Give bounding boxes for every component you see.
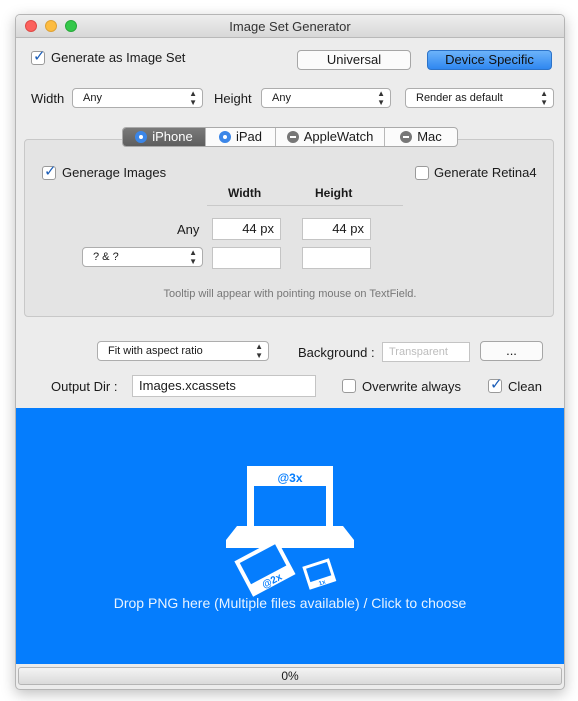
badge-3x: @3x bbox=[277, 471, 302, 485]
clean-checkbox[interactable]: ✓ bbox=[488, 376, 503, 393]
width-popup-value: Any bbox=[83, 92, 102, 104]
generate-retina4-checkbox[interactable] bbox=[415, 166, 429, 180]
any-width-field[interactable]: 44 px bbox=[212, 218, 281, 240]
tray-top bbox=[226, 526, 354, 540]
render-mode-popup[interactable]: Render as default ▲ ▼ bbox=[405, 88, 554, 108]
png-drop-zone[interactable]: @3x @2x 1x Drop PNG here (Multiple files… bbox=[16, 408, 564, 664]
any-height-field[interactable]: 44 px bbox=[302, 218, 371, 240]
generage-images-label: Generage Images bbox=[62, 165, 167, 180]
window-title: Image Set Generator bbox=[229, 19, 351, 34]
height-popup-value: Any bbox=[272, 92, 291, 104]
progress-bar: 0% bbox=[18, 667, 562, 685]
tooltip-hint: Tooltip will appear with pointing mouse … bbox=[163, 288, 417, 300]
image-card-3x-inner bbox=[254, 486, 326, 532]
size-class-height-field[interactable] bbox=[302, 247, 371, 269]
tab-label: iPhone bbox=[152, 129, 193, 144]
tab-label: AppleWatch bbox=[303, 129, 374, 144]
background-label: Background : bbox=[298, 345, 375, 360]
overwrite-always-checkbox[interactable] bbox=[342, 379, 356, 393]
title-bar: Image Set Generator bbox=[16, 15, 564, 38]
width-popup[interactable]: Any ▲ ▼ bbox=[72, 88, 203, 108]
fit-mode-value: Fit with aspect ratio bbox=[108, 345, 203, 357]
universal-button[interactable]: Universal bbox=[297, 50, 411, 70]
popup-arrows-icon: ▲ ▼ bbox=[377, 89, 385, 107]
background-picker-button[interactable]: ... bbox=[480, 341, 543, 361]
height-column-header: Height bbox=[315, 186, 353, 200]
clean-label: Clean bbox=[508, 379, 542, 394]
app-window: Image Set Generator ✓ Generate as Image … bbox=[15, 14, 565, 690]
tab-mac[interactable]: Mac bbox=[385, 128, 457, 146]
tray-base bbox=[226, 540, 354, 548]
output-dir-label: Output Dir : bbox=[51, 379, 118, 394]
fit-mode-popup[interactable]: Fit with aspect ratio ▲ ▼ bbox=[97, 341, 269, 361]
drop-instructions: Drop PNG here (Multiple files available)… bbox=[113, 595, 467, 611]
overwrite-always-label: Overwrite always bbox=[362, 379, 461, 394]
popup-arrows-icon: ▲ ▼ bbox=[189, 248, 197, 266]
background-field[interactable]: Transparent bbox=[382, 342, 470, 362]
popup-arrows-icon: ▲ ▼ bbox=[540, 89, 548, 107]
radio-on-icon bbox=[218, 131, 231, 143]
device-settings-panel: ✓ Generage Images Generate Retina4 Width… bbox=[24, 139, 554, 317]
tab-label: iPad bbox=[235, 129, 263, 144]
device-specific-button[interactable]: Device Specific bbox=[427, 50, 552, 70]
size-class-popup[interactable]: ? & ? ▲ ▼ bbox=[82, 247, 203, 267]
checkmark-icon: ✓ bbox=[490, 376, 503, 393]
device-segmented-control: iPhone iPad AppleWatch Mac bbox=[122, 127, 458, 147]
generate-image-set-label: Generate as Image Set bbox=[51, 50, 186, 65]
render-mode-value: Render as default bbox=[416, 92, 503, 104]
radio-on-icon bbox=[135, 131, 148, 143]
generate-retina4-label: Generate Retina4 bbox=[434, 165, 537, 180]
minus-circle-icon bbox=[400, 131, 413, 143]
popup-arrows-icon: ▲ ▼ bbox=[189, 89, 197, 107]
tab-applewatch[interactable]: AppleWatch bbox=[276, 128, 385, 146]
checkmark-icon: ✓ bbox=[33, 48, 46, 65]
any-row-label: Any bbox=[177, 222, 200, 237]
width-column-header: Width bbox=[228, 186, 262, 200]
generage-images-checkbox[interactable]: ✓ bbox=[42, 163, 57, 180]
size-class-width-field[interactable] bbox=[212, 247, 281, 269]
width-label: Width bbox=[31, 91, 65, 106]
checkmark-icon: ✓ bbox=[44, 163, 57, 180]
height-label: Height bbox=[214, 91, 252, 106]
header-divider bbox=[207, 205, 403, 206]
minus-circle-icon bbox=[286, 131, 299, 143]
output-dir-field[interactable]: Images.xcassets bbox=[132, 375, 316, 397]
tab-label: Mac bbox=[417, 129, 442, 144]
generate-image-set-checkbox[interactable]: ✓ bbox=[31, 48, 46, 65]
progress-text: 0% bbox=[281, 669, 299, 683]
popup-arrows-icon: ▲ ▼ bbox=[255, 342, 263, 360]
size-class-value: ? & ? bbox=[93, 251, 119, 263]
tab-iphone[interactable]: iPhone bbox=[123, 128, 206, 146]
tab-ipad[interactable]: iPad bbox=[206, 128, 276, 146]
height-popup[interactable]: Any ▲ ▼ bbox=[261, 88, 391, 108]
xcassets-drop-icon: @3x @2x 1x bbox=[226, 466, 354, 597]
